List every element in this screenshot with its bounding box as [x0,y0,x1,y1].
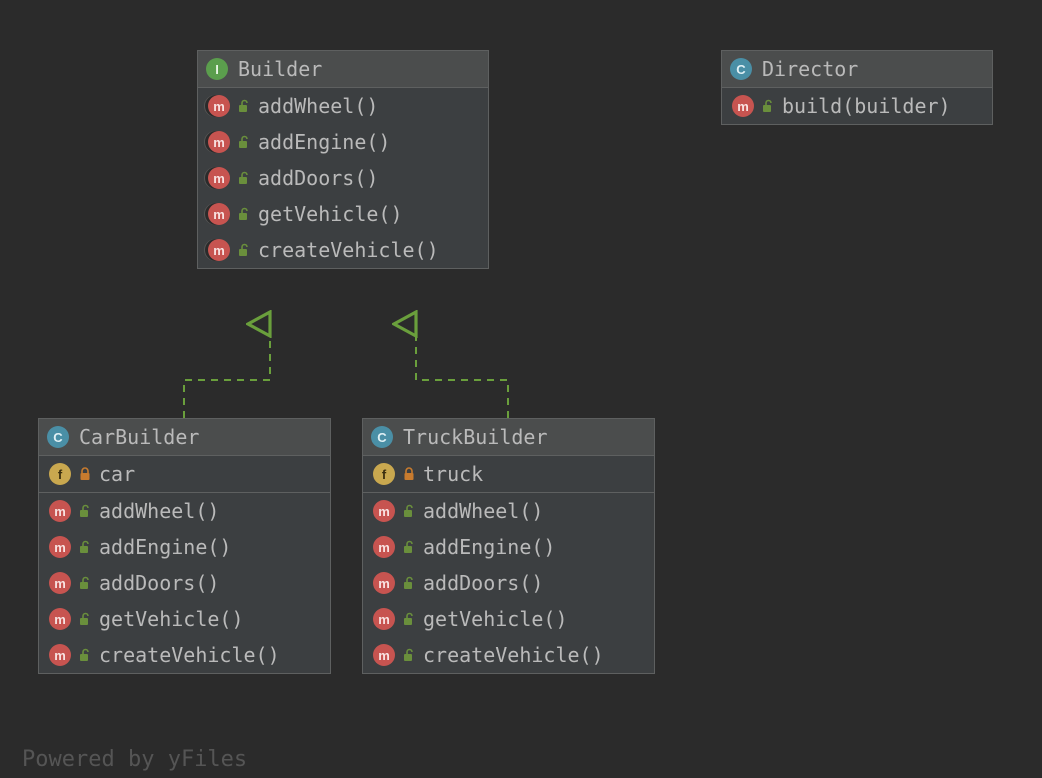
method-name: createVehicle() [99,643,280,667]
class-header: C Director [722,51,992,88]
method-row: m addEngine() [39,529,330,565]
class-box-truckbuilder[interactable]: C TruckBuilder f truck m addWheel() m ad… [362,418,655,674]
unlock-icon [403,648,415,662]
class-header: C TruckBuilder [363,419,654,456]
method-name: addDoors() [423,571,543,595]
method-name: addDoors() [258,166,378,190]
method-name: createVehicle() [423,643,604,667]
method-icon: m [208,167,230,189]
method-name: addEngine() [423,535,555,559]
method-name: getVehicle() [423,607,568,631]
method-icon: m [373,500,395,522]
unlock-icon [238,171,250,185]
method-row: m addWheel() [39,493,330,529]
method-row: m getVehicle() [363,601,654,637]
method-name: addEngine() [258,130,390,154]
method-icon: m [49,608,71,630]
unlock-icon [762,99,774,113]
interface-icon: I [206,58,228,80]
field-icon: f [373,463,395,485]
unlock-icon [79,576,91,590]
method-name: addWheel() [99,499,219,523]
method-icon: m [373,644,395,666]
fields-section: f truck [363,456,654,493]
method-row: m getVehicle() [39,601,330,637]
class-box-builder[interactable]: I Builder m addWheel() m addEngine() m a… [197,50,489,269]
method-icon: m [373,536,395,558]
method-row: m addWheel() [363,493,654,529]
class-box-director[interactable]: C Director m build(builder) [721,50,993,125]
field-name: truck [423,462,483,486]
method-icon: m [208,239,230,261]
unlock-icon [403,504,415,518]
method-name: createVehicle() [258,238,439,262]
method-row: m build(builder) [722,88,992,124]
powered-by-label: Powered by yFiles [22,747,247,772]
unlock-icon [238,99,250,113]
method-name: addWheel() [423,499,543,523]
method-icon: m [732,95,754,117]
field-row: f car [39,456,330,492]
class-name: TruckBuilder [403,425,548,449]
method-icon: m [49,644,71,666]
method-row: m addDoors() [198,160,488,196]
method-icon: m [208,131,230,153]
unlock-icon [238,135,250,149]
truckbuilder-implements-builder [416,324,508,418]
unlock-icon [403,612,415,626]
lock-icon [403,467,415,481]
field-icon: f [49,463,71,485]
method-name: getVehicle() [258,202,403,226]
class-icon: C [730,58,752,80]
class-name: CarBuilder [79,425,199,449]
method-icon: m [49,536,71,558]
fields-section: f car [39,456,330,493]
method-icon: m [208,203,230,225]
method-row: m addDoors() [363,565,654,601]
unlock-icon [79,648,91,662]
class-name: Builder [238,57,322,81]
unlock-icon [238,207,250,221]
method-icon: m [208,95,230,117]
class-icon: C [47,426,69,448]
method-name: addWheel() [258,94,378,118]
method-icon: m [49,500,71,522]
method-row: m createVehicle() [198,232,488,268]
field-name: car [99,462,135,486]
class-name: Director [762,57,858,81]
method-name: addEngine() [99,535,231,559]
unlock-icon [403,540,415,554]
field-row: f truck [363,456,654,492]
method-name: addDoors() [99,571,219,595]
methods-section: m addWheel() m addEngine() m addDoors() … [198,88,488,268]
class-header: C CarBuilder [39,419,330,456]
method-row: m getVehicle() [198,196,488,232]
methods-section: m addWheel() m addEngine() m addDoors() … [39,493,330,673]
method-row: m createVehicle() [39,637,330,673]
method-row: m addEngine() [198,124,488,160]
unlock-icon [79,540,91,554]
method-icon: m [373,608,395,630]
unlock-icon [238,243,250,257]
method-row: m addEngine() [363,529,654,565]
method-row: m addWheel() [198,88,488,124]
methods-section: m build(builder) [722,88,992,124]
method-row: m createVehicle() [363,637,654,673]
carbuilder-implements-builder [184,324,270,418]
method-row: m addDoors() [39,565,330,601]
lock-icon [79,467,91,481]
class-header: I Builder [198,51,488,88]
unlock-icon [79,504,91,518]
method-name: getVehicle() [99,607,244,631]
method-icon: m [373,572,395,594]
unlock-icon [403,576,415,590]
class-icon: C [371,426,393,448]
unlock-icon [79,612,91,626]
method-icon: m [49,572,71,594]
methods-section: m addWheel() m addEngine() m addDoors() … [363,493,654,673]
class-box-carbuilder[interactable]: C CarBuilder f car m addWheel() m addEng… [38,418,331,674]
method-name: build(builder) [782,94,951,118]
